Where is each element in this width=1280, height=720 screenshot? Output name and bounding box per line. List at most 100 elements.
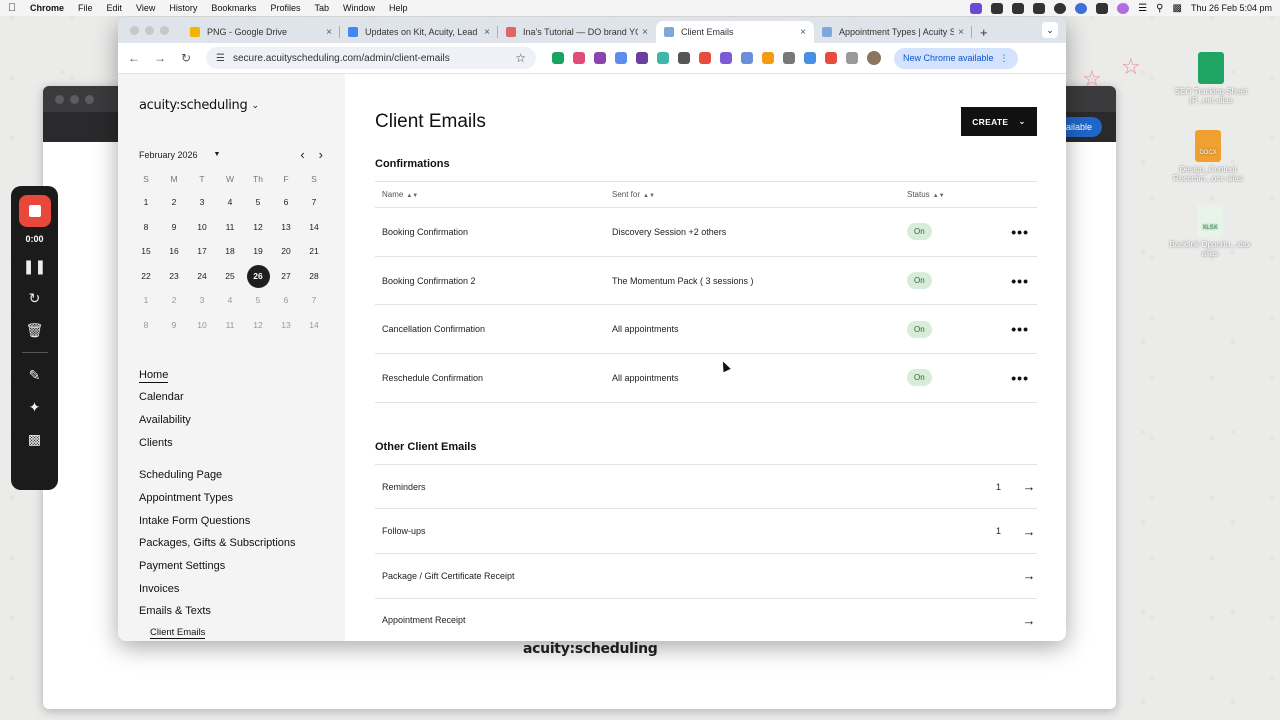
extension-icon[interactable] bbox=[615, 52, 627, 64]
more-options-icon[interactable]: ••• bbox=[1011, 370, 1029, 386]
browser-tab[interactable]: Appointment Types | Acuity S × bbox=[814, 21, 972, 43]
extension-icon[interactable] bbox=[699, 52, 711, 64]
calendar-day[interactable]: 7 bbox=[300, 190, 328, 215]
calendar-day[interactable]: 19 bbox=[244, 239, 272, 264]
calendar-day[interactable]: 27 bbox=[272, 264, 300, 289]
calendar-day[interactable]: 4 bbox=[216, 288, 244, 313]
prev-month-icon[interactable]: ‹ bbox=[300, 147, 304, 162]
calendar-day[interactable]: 13 bbox=[272, 215, 300, 240]
desktop-file[interactable]: DOCX Design_Content Recomm...ocx alias bbox=[1163, 130, 1253, 183]
reload-icon[interactable]: ↻ bbox=[178, 51, 194, 65]
extension-icon[interactable] bbox=[783, 52, 795, 64]
menu-item[interactable]: History bbox=[169, 3, 197, 13]
zoom-window-button[interactable] bbox=[160, 26, 169, 35]
list-item[interactable]: Appointment Receipt → bbox=[375, 599, 1037, 641]
extension-icon[interactable] bbox=[552, 52, 564, 64]
calendar-day[interactable]: 9 bbox=[160, 313, 188, 338]
calendar-month[interactable]: February 2026 bbox=[139, 150, 198, 160]
grid-status-icon[interactable] bbox=[1012, 2, 1025, 14]
calendar-day[interactable]: 14 bbox=[300, 215, 328, 240]
list-item[interactable]: Reminders 1 → bbox=[375, 465, 1037, 510]
menu-item[interactable]: Bookmarks bbox=[211, 3, 256, 13]
extension-icon[interactable] bbox=[720, 52, 732, 64]
sidebar-item-calendar[interactable]: Calendar bbox=[139, 386, 345, 409]
browser-tab[interactable]: Ina's Tutorial — DO brand YOU × bbox=[498, 21, 656, 43]
calendar-day[interactable]: 13 bbox=[272, 313, 300, 338]
close-tab-icon[interactable]: × bbox=[642, 27, 648, 38]
menu-item[interactable]: Help bbox=[389, 3, 408, 13]
column-name[interactable]: Name ▲▼ bbox=[382, 190, 612, 199]
calendar-day[interactable]: 1 bbox=[132, 190, 160, 215]
calendar-day[interactable]: 12 bbox=[244, 313, 272, 338]
zoom-status-icon[interactable] bbox=[1075, 2, 1088, 14]
minimize-window-button[interactable] bbox=[145, 26, 154, 35]
desktop-file[interactable]: SEO Tracking Sheet (P...eet alias bbox=[1166, 52, 1256, 105]
calendar-day[interactable]: 2 bbox=[160, 190, 188, 215]
extension-icon[interactable] bbox=[594, 52, 606, 64]
calendar-day[interactable]: 1 bbox=[132, 288, 160, 313]
sidebar-item-invoices[interactable]: Invoices bbox=[139, 578, 345, 601]
camera-status-icon[interactable] bbox=[1096, 2, 1109, 14]
extension-icon[interactable] bbox=[657, 52, 669, 64]
extension-icon[interactable] bbox=[825, 52, 837, 64]
calendar-day[interactable]: 9 bbox=[160, 215, 188, 240]
app-status-icon[interactable] bbox=[991, 2, 1004, 14]
calendar-day[interactable]: 14 bbox=[300, 313, 328, 338]
extension-icon[interactable] bbox=[636, 52, 648, 64]
puzzle-icon[interactable] bbox=[846, 52, 858, 64]
search-icon[interactable]: ⚲ bbox=[1156, 3, 1163, 14]
calendar-day[interactable]: 3 bbox=[188, 288, 216, 313]
apple-icon[interactable]:  bbox=[8, 2, 30, 14]
calendar-day[interactable]: 25 bbox=[216, 264, 244, 289]
trash-icon[interactable]: 🗑 bbox=[25, 320, 45, 340]
sync-status-icon[interactable] bbox=[1054, 2, 1067, 14]
sidebar-item-home[interactable]: Home bbox=[139, 364, 345, 387]
forward-icon[interactable]: → bbox=[152, 51, 168, 65]
site-info-icon[interactable]: ☰ bbox=[216, 53, 225, 64]
calendar-day[interactable]: 28 bbox=[300, 264, 328, 289]
list-item[interactable]: Follow-ups 1 → bbox=[375, 509, 1037, 554]
menu-item[interactable]: Profiles bbox=[270, 3, 300, 13]
extension-icon[interactable] bbox=[804, 52, 816, 64]
close-tab-icon[interactable]: × bbox=[958, 27, 964, 38]
calendar-day[interactable]: 6 bbox=[272, 190, 300, 215]
colorwheel-status-icon[interactable] bbox=[1117, 2, 1130, 14]
calendar-day[interactable]: 5 bbox=[244, 288, 272, 313]
calendar-day[interactable]: 18 bbox=[216, 239, 244, 264]
screen-mirror-icon[interactable] bbox=[970, 2, 983, 14]
close-tab-icon[interactable]: × bbox=[800, 27, 806, 38]
pause-icon[interactable]: ❚❚ bbox=[23, 256, 46, 276]
calendar-day[interactable]: 11 bbox=[216, 215, 244, 240]
email-name[interactable]: Reschedule Confirmation bbox=[382, 373, 612, 383]
email-name[interactable]: Booking Confirmation bbox=[382, 227, 612, 237]
arrow-right-icon[interactable]: → bbox=[1021, 524, 1037, 539]
table-row[interactable]: Booking Confirmation 2 The Momentum Pack … bbox=[375, 257, 1037, 306]
sidebar-subitem-client-emails[interactable]: Client Emails bbox=[150, 623, 345, 641]
calendar-day[interactable]: 15 bbox=[132, 239, 160, 264]
confetti-icon[interactable]: ✦ bbox=[25, 397, 45, 417]
calendar-day[interactable]: 17 bbox=[188, 239, 216, 264]
browser-tab[interactable]: Updates on Kit, Acuity, Lead × bbox=[340, 21, 498, 43]
tools-status-icon[interactable] bbox=[1033, 2, 1046, 14]
calendar-day[interactable]: 24 bbox=[188, 264, 216, 289]
sidebar-item-availability[interactable]: Availability bbox=[139, 409, 345, 432]
extension-icon[interactable] bbox=[762, 52, 774, 64]
arrow-right-icon[interactable]: → bbox=[1021, 568, 1037, 583]
table-row[interactable]: Booking Confirmation Discovery Session +2… bbox=[375, 208, 1037, 257]
calendar-day[interactable]: 22 bbox=[132, 264, 160, 289]
close-tab-icon[interactable]: × bbox=[326, 27, 332, 38]
more-options-icon[interactable]: ••• bbox=[1011, 321, 1029, 337]
email-name[interactable]: Cancellation Confirmation bbox=[382, 324, 612, 334]
sidebar-item-emails-texts[interactable]: Emails & Texts bbox=[139, 600, 345, 623]
calendar-day[interactable]: 8 bbox=[132, 313, 160, 338]
calendar-day[interactable]: 2 bbox=[160, 288, 188, 313]
calendar-day[interactable]: 10 bbox=[188, 215, 216, 240]
calendar-day-selected[interactable]: 26 bbox=[244, 264, 272, 289]
column-status[interactable]: Status ▲▼ bbox=[907, 190, 997, 199]
close-window-button[interactable] bbox=[130, 26, 139, 35]
stop-recording-button[interactable] bbox=[18, 195, 51, 227]
menu-item[interactable]: Edit bbox=[107, 3, 123, 13]
control-center-icon[interactable]: ▩ bbox=[1172, 3, 1181, 14]
calendar-day[interactable]: 4 bbox=[216, 190, 244, 215]
browser-tab[interactable]: PNG - Google Drive × bbox=[182, 21, 340, 43]
